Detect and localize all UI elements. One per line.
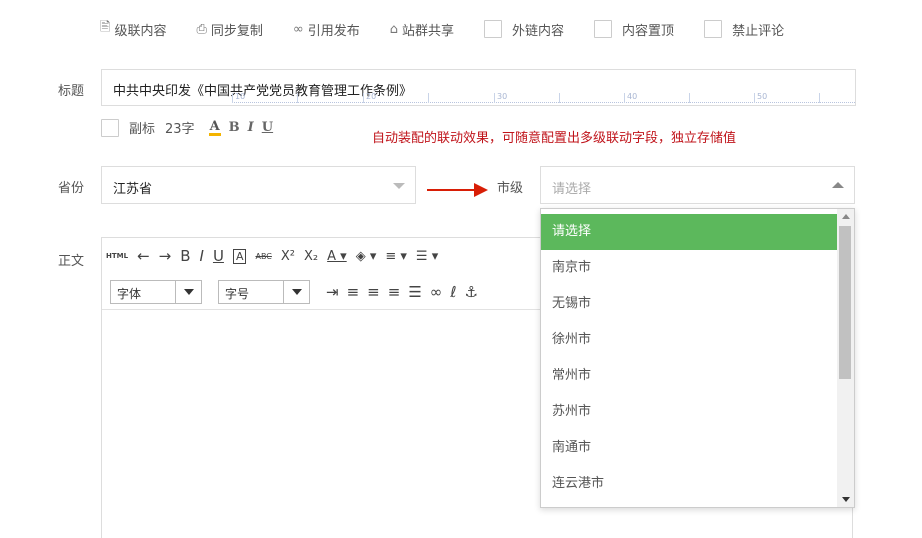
checkbox-box[interactable] (484, 20, 503, 38)
align-right-icon[interactable]: ≡ (388, 283, 401, 301)
subscript-icon[interactable]: X₂ (304, 249, 318, 264)
font-color-icon[interactable]: A ▾ (327, 249, 347, 264)
checkbox-box[interactable] (704, 20, 723, 38)
external-link-checkbox[interactable]: 外链内容 (484, 20, 564, 39)
city-option[interactable]: 徐州市 (541, 322, 838, 358)
title-input[interactable]: 中共中央印发《中国共产党党员教育管理工作条例》 10 20 30 40 50 (101, 69, 856, 106)
city-option[interactable]: 南京市 (541, 250, 838, 286)
editor-toolbar-row-1: HTML ← → B I U A ABC X² X₂ A ▾ ◈ ▾ ≡ ▾ ☰… (106, 247, 447, 265)
no-comment-checkbox[interactable]: 禁止评论 (704, 20, 784, 39)
cite-publish-label: 引用发布 (307, 23, 360, 39)
external-link-label: 外链内容 (512, 23, 565, 39)
province-select[interactable]: 江苏省 (101, 166, 416, 204)
link-icon: ∞ (292, 21, 304, 37)
subtitle-row: 副标 23字 A B I U (101, 118, 273, 137)
align-left-icon[interactable]: ≡ (347, 283, 360, 301)
redo-icon[interactable]: → (159, 247, 172, 265)
cascade-content-label: 级联内容 (114, 23, 167, 39)
char-count: 23字 (165, 122, 195, 137)
underline-button[interactable]: U (262, 120, 273, 135)
bold-icon[interactable]: B (180, 247, 190, 265)
anchor-icon[interactable]: ⚓ (464, 283, 477, 301)
strikethrough-icon[interactable]: ABC (255, 252, 271, 261)
no-comment-label: 禁止评论 (732, 23, 785, 39)
chevron-down-icon (393, 183, 405, 189)
link-icon[interactable]: ∞ (430, 283, 443, 301)
chevron-down-icon (283, 281, 309, 303)
font-color-button[interactable]: A (208, 120, 221, 136)
underline-icon[interactable]: U (213, 247, 224, 265)
pin-top-label: 内容置顶 (622, 23, 675, 39)
editor-toolbar-row-2: 字体 字号 ⇥ ≡ ≡ ≡ ☰ ∞ ℓ ⚓ (110, 280, 486, 304)
copy-icon: ⎙ (196, 21, 207, 37)
font-family-value: 字体 (117, 287, 142, 301)
arrow-icon (427, 189, 477, 191)
body-label: 正文 (58, 254, 85, 269)
ruler-mark: 30 (497, 92, 508, 101)
ruler-mark: 10 (235, 92, 246, 101)
province-label: 省份 (58, 181, 85, 196)
site-share-label: 站群共享 (402, 23, 455, 39)
cascade-content-button[interactable]: 🖹 级联内容 (100, 18, 166, 40)
subtitle-label: 副标 (129, 122, 156, 137)
home-icon: ⌂ (389, 21, 399, 37)
sync-copy-label: 同步复制 (210, 23, 263, 39)
city-option[interactable]: 请选择 (541, 214, 838, 250)
pin-top-checkbox[interactable]: 内容置顶 (594, 20, 674, 39)
checkbox-box[interactable] (594, 20, 613, 38)
align-center-icon[interactable]: ≡ (367, 283, 380, 301)
site-share-button[interactable]: ⌂ 站群共享 (390, 20, 454, 39)
dropdown-scrollbar[interactable] (837, 209, 854, 507)
chevron-up-icon (832, 182, 844, 188)
ruler-mark: 50 (757, 92, 768, 101)
font-size-select[interactable]: 字号 (218, 280, 310, 304)
ruler-mark: 40 (627, 92, 638, 101)
chevron-down-icon (175, 281, 201, 303)
city-option[interactable]: 常州市 (541, 358, 838, 394)
ordered-list-icon[interactable]: ≡ ▾ (385, 249, 407, 264)
city-option[interactable]: 无锡市 (541, 286, 838, 322)
italic-icon[interactable]: I (200, 247, 204, 265)
ruler-mark: 20 (366, 92, 377, 101)
city-label: 市级 (497, 181, 524, 196)
scroll-down-icon[interactable] (842, 497, 850, 502)
unlink-icon[interactable]: ℓ (450, 283, 456, 301)
province-value: 江苏省 (113, 182, 153, 197)
city-option[interactable]: 苏州市 (541, 394, 838, 430)
html-source-button[interactable]: HTML (106, 252, 128, 260)
title-length-ruler: 10 20 30 40 50 (232, 89, 855, 103)
sync-copy-button[interactable]: ⎙ 同步复制 (196, 20, 262, 39)
cite-publish-button[interactable]: ∞ 引用发布 (293, 20, 360, 39)
unordered-list-icon[interactable]: ☰ ▾ (416, 249, 438, 264)
superscript-icon[interactable]: X² (281, 249, 295, 264)
linkage-note: 自动装配的联动效果，可随意配置出多级联动字段，独立存储值 (372, 131, 737, 146)
subtitle-checkbox[interactable] (101, 118, 119, 137)
city-placeholder: 请选择 (552, 182, 592, 197)
scroll-up-icon[interactable] (842, 214, 850, 219)
document-icon: 🖹 (100, 20, 111, 35)
city-dropdown: 请选择 南京市 无锡市 徐州市 常州市 苏州市 南通市 连云港市 (540, 208, 855, 508)
undo-icon[interactable]: ← (137, 247, 150, 265)
city-select[interactable]: 请选择 (540, 166, 855, 204)
city-option[interactable]: 连云港市 (541, 466, 838, 502)
font-size-value: 字号 (225, 287, 250, 301)
italic-button[interactable]: I (248, 120, 254, 135)
indent-icon[interactable]: ⇥ (326, 283, 339, 301)
text-border-icon[interactable]: A (232, 248, 247, 264)
arrow-head-icon (474, 183, 488, 197)
title-label: 标题 (58, 84, 85, 99)
top-toolbar: 🖹 级联内容 ⎙ 同步复制 ∞ 引用发布 ⌂ 站群共享 外链内容 内容置顶 禁止… (100, 18, 784, 40)
align-justify-icon[interactable]: ☰ (408, 283, 421, 301)
bold-button[interactable]: B (229, 120, 240, 135)
scrollbar-thumb[interactable] (839, 226, 851, 379)
font-family-select[interactable]: 字体 (110, 280, 202, 304)
background-color-icon[interactable]: ◈ ▾ (356, 249, 377, 264)
city-option[interactable]: 南通市 (541, 430, 838, 466)
